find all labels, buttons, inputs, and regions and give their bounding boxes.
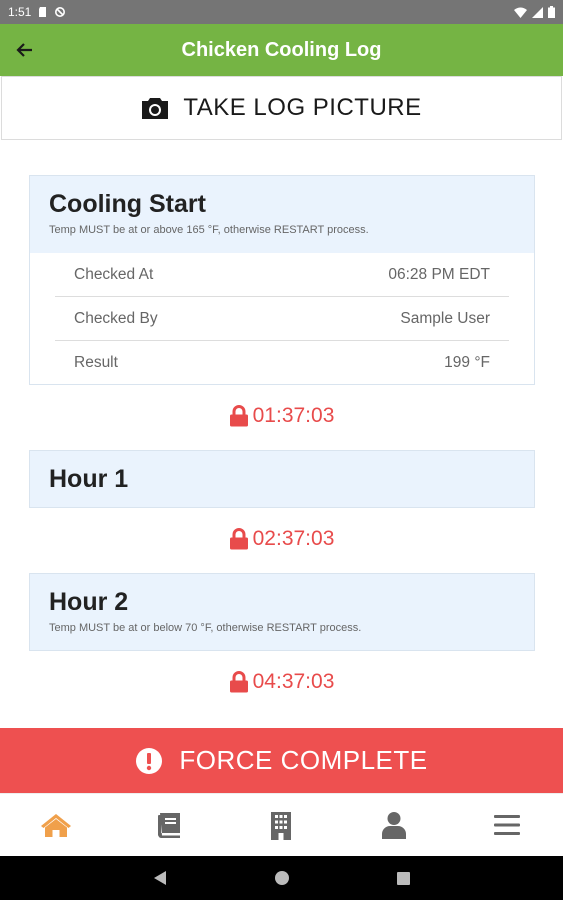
wifi-icon xyxy=(514,7,527,18)
detail-label: Result xyxy=(74,354,118,371)
timer-value: 04:37:03 xyxy=(252,670,335,693)
system-back-button[interactable] xyxy=(149,867,171,889)
detail-value: 199 °F xyxy=(444,354,490,371)
hour-2-subtitle: Temp MUST be at or below 70 °F, otherwis… xyxy=(49,622,362,634)
arrow-left-icon xyxy=(16,43,32,57)
timer-value: 01:37:03 xyxy=(252,404,335,427)
menu-icon xyxy=(493,815,520,835)
nav-locations[interactable] xyxy=(251,800,311,850)
timer-value: 02:37:03 xyxy=(252,527,335,550)
page-title: Chicken Cooling Log xyxy=(181,38,382,61)
system-nav-bar xyxy=(0,856,563,900)
detail-row-result: Result 199 °F xyxy=(55,341,509,385)
cooling-start-details: Checked At 06:28 PM EDT Checked By Sampl… xyxy=(30,253,534,385)
cooling-start-timer: 01:37:03 xyxy=(0,404,563,428)
sd-card-icon xyxy=(39,7,47,17)
detail-row-checked-by: Checked By Sample User xyxy=(55,297,509,341)
cooling-start-title: Cooling Start xyxy=(49,190,206,218)
camera-icon xyxy=(142,98,169,119)
cooling-start-card: Cooling Start Temp MUST be at or above 1… xyxy=(29,175,535,385)
status-bar: 1:51 xyxy=(0,0,563,24)
hour-1-card[interactable]: Hour 1 xyxy=(29,450,535,508)
nav-profile[interactable] xyxy=(364,800,424,850)
building-icon xyxy=(271,811,292,840)
hour-1-timer: 02:37:03 xyxy=(0,527,563,551)
home-icon xyxy=(41,814,72,837)
hour-2-header: Hour 2 Temp MUST be at or below 70 °F, o… xyxy=(30,574,534,650)
force-complete-button[interactable]: FORCE COMPLETE xyxy=(0,728,563,793)
back-triangle-icon xyxy=(153,871,166,885)
hour-2-card[interactable]: Hour 2 Temp MUST be at or below 70 °F, o… xyxy=(29,573,535,651)
detail-value: Sample User xyxy=(400,309,490,327)
home-circle-icon xyxy=(274,871,289,885)
hour-2-title: Hour 2 xyxy=(49,588,129,616)
detail-label: Checked By xyxy=(74,309,158,327)
book-icon xyxy=(157,812,180,838)
user-icon xyxy=(382,812,407,839)
system-recents-button[interactable] xyxy=(393,867,415,889)
bottom-nav xyxy=(0,793,563,856)
system-home-button[interactable] xyxy=(271,867,293,889)
hour-1-header: Hour 1 xyxy=(30,451,534,507)
lock-icon xyxy=(229,671,248,693)
detail-row-checked-at: Checked At 06:28 PM EDT xyxy=(55,253,509,297)
cooling-start-header: Cooling Start Temp MUST be at or above 1… xyxy=(30,176,534,253)
signal-icon xyxy=(532,6,543,18)
app-bar: Chicken Cooling Log xyxy=(0,24,563,76)
hour-1-title: Hour 1 xyxy=(49,465,129,493)
lock-icon xyxy=(229,528,248,550)
battery-icon xyxy=(548,6,555,18)
recents-square-icon xyxy=(397,871,410,885)
hour-2-timer: 04:37:03 xyxy=(0,670,563,694)
detail-value: 06:28 PM EDT xyxy=(388,265,490,283)
alert-icon xyxy=(136,747,163,774)
nav-logbook[interactable] xyxy=(139,800,199,850)
back-button[interactable] xyxy=(12,37,38,63)
nav-home[interactable] xyxy=(26,800,86,850)
take-log-picture-button[interactable]: TAKE LOG PICTURE xyxy=(1,76,562,140)
force-complete-label: FORCE COMPLETE xyxy=(179,745,428,775)
take-log-picture-label: TAKE LOG PICTURE xyxy=(183,94,422,121)
no-sync-icon xyxy=(55,7,66,17)
status-time: 1:51 xyxy=(8,5,32,19)
lock-icon xyxy=(229,405,248,427)
nav-menu[interactable] xyxy=(477,800,537,850)
detail-label: Checked At xyxy=(74,265,154,283)
cooling-start-subtitle: Temp MUST be at or above 165 °F, otherwi… xyxy=(49,224,369,236)
log-content[interactable]: Cooling Start Temp MUST be at or above 1… xyxy=(0,140,563,728)
